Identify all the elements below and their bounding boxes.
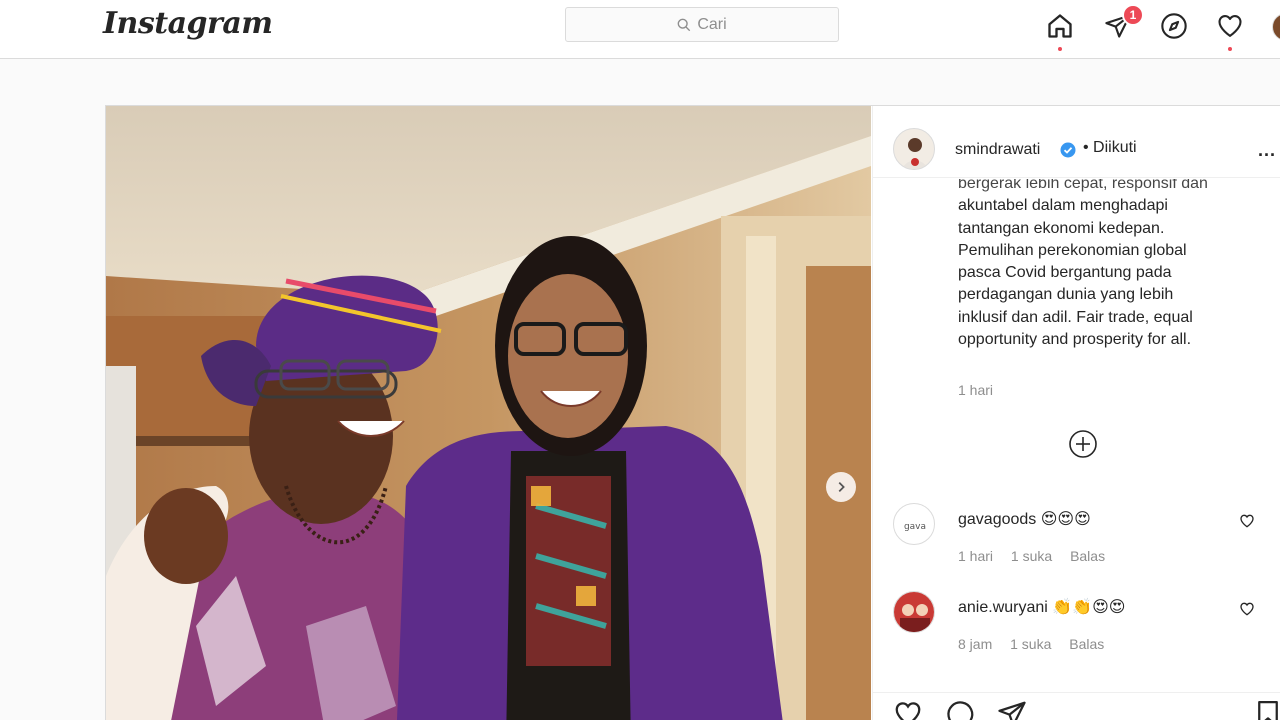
search-placeholder: Cari	[697, 15, 727, 33]
post-photo-image	[106, 106, 871, 720]
reply-button[interactable]: Balas	[1070, 548, 1105, 564]
post-actions-bar	[873, 692, 1280, 720]
comment-likes[interactable]: 1 suka	[1011, 548, 1052, 564]
heart-icon	[1240, 514, 1254, 528]
comments-scroll-area[interactable]: bergerak lebih cepat, responsif dan akunt…	[873, 179, 1280, 679]
commenter-avatar[interactable]	[893, 591, 935, 633]
home-activity-dot	[1058, 47, 1062, 51]
comment-body: 👏👏😍😍	[1052, 597, 1126, 616]
caption-timestamp: 1 hari	[958, 382, 994, 398]
caption-line: tantangan ekonomi kedepan.	[958, 219, 1165, 237]
search-input[interactable]: Cari	[565, 7, 839, 42]
share-button[interactable]	[997, 699, 1031, 720]
direct-button[interactable]: 1	[1102, 4, 1144, 42]
home-button[interactable]	[1044, 10, 1076, 51]
share-icon	[998, 701, 1026, 720]
activity-button[interactable]	[1214, 10, 1246, 51]
comment-time: 1 hari	[958, 548, 994, 564]
comment-likes[interactable]: 1 suka	[1010, 636, 1051, 652]
next-photo-button[interactable]	[826, 472, 856, 502]
caption-line: Pemulihan perekonomian global	[958, 241, 1187, 259]
comment-item: gava gavagoods 😍😍😍 1 hari 1 suka Balas	[873, 503, 1280, 573]
instagram-logo[interactable]: Instagram	[103, 6, 273, 41]
author-avatar[interactable]	[893, 128, 935, 170]
caption-line: pasca Covid bergantung pada	[958, 264, 1172, 282]
verified-badge-icon	[1060, 142, 1076, 158]
comment-meta: 1 hari 1 suka Balas	[958, 548, 1119, 564]
chevron-right-icon	[838, 482, 845, 492]
post-photo	[106, 106, 871, 720]
plus-circle-icon	[1069, 430, 1097, 458]
activity-dot	[1228, 47, 1232, 51]
commenter-avatar[interactable]: gava	[893, 503, 935, 545]
post-sidebar: smindrawati • Diikuti ... bergerak lebih…	[872, 106, 1280, 720]
caption-lines: bergerak lebih cepat, responsif dan akunt…	[958, 179, 1258, 351]
comment-icon	[947, 701, 974, 720]
avatar-logo-text: gava	[904, 522, 926, 532]
activity-heart-icon	[1218, 15, 1242, 37]
reply-button[interactable]: Balas	[1069, 636, 1104, 652]
follow-status[interactable]: • Diikuti	[1083, 139, 1137, 157]
comment-time: 8 jam	[958, 636, 993, 652]
post-modal: smindrawati • Diikuti ... bergerak lebih…	[105, 105, 1280, 720]
post-caption: bergerak lebih cepat, responsif dan akunt…	[958, 179, 1258, 351]
caption-line: inklusif dan adil. Fair trade, equal	[958, 308, 1193, 326]
explore-icon	[1161, 13, 1187, 39]
bookmark-icon	[1258, 701, 1278, 720]
like-comment-button[interactable]	[1239, 601, 1255, 617]
author-username[interactable]: smindrawati	[955, 141, 1040, 159]
comment-text: gavagoods 😍😍😍	[958, 509, 1091, 529]
comment-text: anie.wuryani 👏👏😍😍	[958, 597, 1125, 617]
load-more-comments-button[interactable]	[1068, 429, 1098, 459]
heart-icon	[1240, 602, 1254, 616]
nav-icons: 1	[1044, 4, 1280, 51]
caption-line: bergerak lebih cepat, responsif dan	[958, 179, 1208, 192]
comment-meta: 8 jam 1 suka Balas	[958, 636, 1118, 652]
caption-line: opportunity and prosperity for all.	[958, 331, 1192, 349]
profile-avatar[interactable]	[1272, 13, 1280, 41]
top-navigation-bar: Instagram Cari 1	[0, 0, 1280, 59]
caption-line: akuntabel dalam menghadapi	[958, 197, 1168, 215]
comment-body: 😍😍😍	[1040, 509, 1091, 528]
heart-icon	[895, 702, 921, 720]
like-post-button[interactable]	[893, 699, 927, 720]
post-header: smindrawati • Diikuti ...	[873, 106, 1280, 178]
comment-item: anie.wuryani 👏👏😍😍 8 jam 1 suka Balas	[873, 591, 1280, 661]
caption-line: perdagangan dunia yang lebih	[958, 286, 1174, 304]
home-icon	[1048, 14, 1072, 38]
explore-button[interactable]	[1158, 10, 1190, 42]
like-comment-button[interactable]	[1239, 513, 1255, 529]
direct-badge: 1	[1122, 4, 1144, 26]
commenter-username[interactable]: anie.wuryani	[958, 599, 1048, 616]
more-options-button[interactable]: ...	[1258, 140, 1276, 161]
save-button[interactable]	[1253, 699, 1280, 720]
search-icon	[677, 18, 691, 31]
commenter-username[interactable]: gavagoods	[958, 511, 1036, 528]
comment-button[interactable]	[945, 699, 979, 720]
